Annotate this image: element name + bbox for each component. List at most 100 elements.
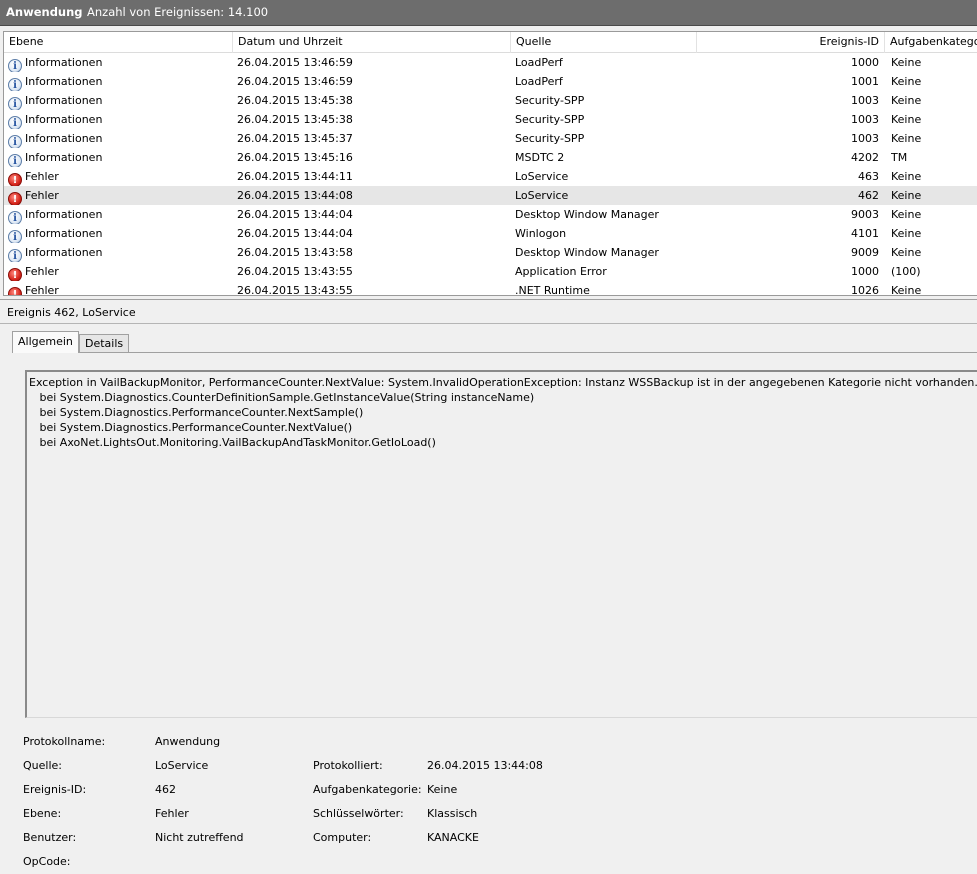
event-date-cell: 26.04.2015 13:44:11	[237, 170, 353, 183]
field-keywords-label: Schlüsselwörter:	[313, 807, 404, 820]
event-row[interactable]: ! Fehler 26.04.2015 13:44:08 LoService 462 Ke…	[4, 186, 977, 205]
column-header-level[interactable]: Ebene	[4, 32, 233, 53]
event-level-cell: i Informationen	[8, 205, 233, 224]
column-header-event-id[interactable]: Ereignis-ID	[697, 32, 885, 53]
event-row[interactable]: i Informationen 26.04.2015 13:46:59 LoadPer…	[4, 53, 977, 72]
event-date-cell: 26.04.2015 13:43:58	[237, 246, 353, 259]
event-level-cell: i Informationen	[8, 148, 233, 167]
event-row[interactable]: i Informationen 26.04.2015 13:45:38 Securit…	[4, 110, 977, 129]
info-icon: i	[8, 154, 22, 167]
event-level-text: Informationen	[25, 227, 103, 240]
field-logged-value: 26.04.2015 13:44:08	[427, 759, 543, 772]
event-level-text: Fehler	[25, 189, 59, 202]
event-level-cell: i Informationen	[8, 72, 233, 91]
event-source-cell: LoadPerf	[515, 75, 563, 88]
event-task-cell: Keine	[891, 113, 922, 126]
event-date-cell: 26.04.2015 13:46:59	[237, 56, 353, 69]
event-id-cell: 1001	[851, 75, 879, 88]
event-id-cell: 1003	[851, 113, 879, 126]
event-level-cell: i Informationen	[8, 224, 233, 243]
field-event-id-value: 462	[155, 783, 176, 796]
event-task-cell: Keine	[891, 227, 922, 240]
event-id-cell: 9003	[851, 208, 879, 221]
field-task-category-label: Aufgabenkategorie:	[313, 783, 422, 796]
tab-divider	[12, 352, 977, 353]
event-date-cell: 26.04.2015 13:45:16	[237, 151, 353, 164]
event-task-cell: Keine	[891, 284, 922, 296]
event-date-cell: 26.04.2015 13:46:59	[237, 75, 353, 88]
event-level-text: Informationen	[25, 132, 103, 145]
info-icon: i	[8, 211, 22, 224]
event-level-cell: i Informationen	[8, 53, 233, 72]
event-detail-title: Ereignis 462, LoService	[7, 306, 136, 319]
event-row[interactable]: ! Fehler 26.04.2015 13:44:11 LoService 463 Ke…	[4, 167, 977, 186]
event-list-body: i Informationen 26.04.2015 13:46:59 LoadPer…	[4, 53, 977, 296]
event-row[interactable]: i Informationen 26.04.2015 13:45:38 Securit…	[4, 91, 977, 110]
event-level-text: Informationen	[25, 246, 103, 259]
column-header-date[interactable]: Datum und Uhrzeit	[233, 32, 511, 53]
event-id-cell: 1003	[851, 94, 879, 107]
column-header-source[interactable]: Quelle	[511, 32, 697, 53]
field-level-label: Ebene:	[23, 807, 62, 820]
error-icon: !	[8, 268, 22, 281]
error-icon: !	[8, 192, 22, 205]
event-task-cell: Keine	[891, 75, 922, 88]
event-row[interactable]: i Informationen 26.04.2015 13:46:59 LoadPer…	[4, 72, 977, 91]
event-date-cell: 26.04.2015 13:44:04	[237, 208, 353, 221]
event-date-cell: 26.04.2015 13:45:38	[237, 94, 353, 107]
event-row[interactable]: i Informationen 26.04.2015 13:45:37 Securit…	[4, 129, 977, 148]
event-level-text: Fehler	[25, 170, 59, 183]
field-user-value: Nicht zutreffend	[155, 831, 244, 844]
event-source-cell: Winlogon	[515, 227, 567, 240]
pane-splitter[interactable]	[0, 296, 977, 300]
event-source-cell: Application Error	[515, 265, 607, 278]
event-list[interactable]: Ebene Datum und Uhrzeit Quelle Ereignis-…	[3, 31, 977, 296]
event-message-text[interactable]: Exception in VailBackupMonitor, Performa…	[25, 370, 977, 718]
event-task-cell: Keine	[891, 56, 922, 69]
info-icon: i	[8, 59, 22, 72]
event-level-cell: ! Fehler	[8, 262, 233, 281]
event-task-cell: TM	[891, 151, 908, 164]
field-computer-label: Computer:	[313, 831, 372, 844]
field-opcode-label: OpCode:	[23, 855, 71, 868]
event-count: Anzahl von Ereignissen: 14.100	[87, 5, 269, 19]
info-icon: i	[8, 249, 22, 262]
event-level-cell: i Informationen	[8, 243, 233, 262]
event-task-cell: Keine	[891, 94, 922, 107]
event-row[interactable]: i Informationen 26.04.2015 13:44:04 Desktop…	[4, 205, 977, 224]
event-row[interactable]: ! Fehler 26.04.2015 13:43:55 .NET Runtime 10…	[4, 281, 977, 296]
event-date-cell: 26.04.2015 13:43:55	[237, 284, 353, 296]
event-source-cell: LoService	[515, 189, 569, 202]
field-task-category-value: Keine	[427, 783, 458, 796]
event-level-cell: ! Fehler	[8, 167, 233, 186]
event-row[interactable]: i Informationen 26.04.2015 13:44:04 Winlogo…	[4, 224, 977, 243]
info-icon: i	[8, 135, 22, 148]
error-icon: !	[8, 287, 22, 295]
field-level-value: Fehler	[155, 807, 189, 820]
field-source-label: Quelle:	[23, 759, 62, 772]
event-source-cell: .NET Runtime	[515, 284, 590, 296]
event-level-cell: ! Fehler	[8, 281, 233, 295]
event-row[interactable]: ! Fehler 26.04.2015 13:43:55 Application Er…	[4, 262, 977, 281]
tab-details[interactable]: Details	[79, 334, 130, 353]
event-id-cell: 9009	[851, 246, 879, 259]
log-name: Anwendung	[6, 5, 83, 19]
event-source-cell: Security-SPP	[515, 94, 585, 107]
field-log-name-value: Anwendung	[155, 735, 221, 748]
event-level-cell: i Informationen	[8, 110, 233, 129]
event-level-text: Informationen	[25, 113, 103, 126]
event-date-cell: 26.04.2015 13:44:04	[237, 227, 353, 240]
event-source-cell: Security-SPP	[515, 113, 585, 126]
event-task-cell: (100)	[891, 265, 921, 278]
field-logged-label: Protokolliert:	[313, 759, 383, 772]
event-detail-title-bar: Ereignis 462, LoService	[0, 301, 977, 324]
event-row[interactable]: i Informationen 26.04.2015 13:43:58 Desktop…	[4, 243, 977, 262]
event-list-header: Ebene Datum und Uhrzeit Quelle Ereignis-…	[4, 32, 977, 53]
event-source-cell: Desktop Window Manager	[515, 208, 659, 221]
event-task-cell: Keine	[891, 189, 922, 202]
event-id-cell: 1000	[851, 265, 879, 278]
tab-general[interactable]: Allgemein	[12, 331, 79, 353]
column-header-task-category[interactable]: Aufgabenkategorie	[885, 32, 977, 53]
event-row[interactable]: i Informationen 26.04.2015 13:45:16 MSDTC 2…	[4, 148, 977, 167]
event-date-cell: 26.04.2015 13:45:38	[237, 113, 353, 126]
